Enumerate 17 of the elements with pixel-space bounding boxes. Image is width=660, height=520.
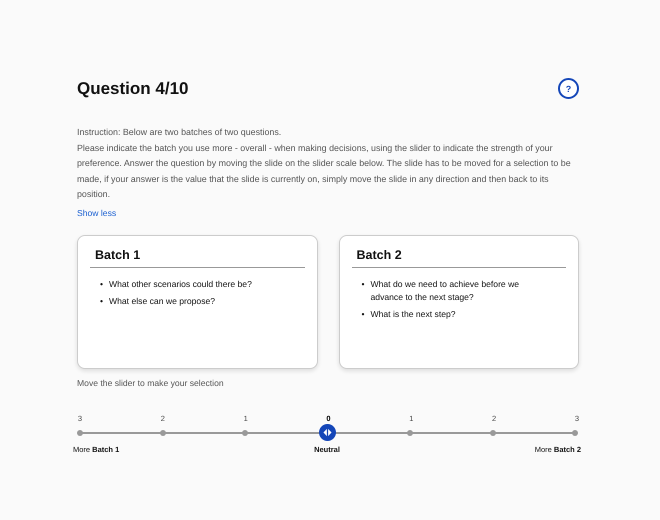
bullet-mark: • bbox=[100, 294, 104, 308]
show-less-link[interactable]: Show less bbox=[77, 206, 116, 220]
instruction-text: Please indicate the batch you use more - overall - when making decisions, using the slider to indicate the strength of your preference. Answer the question by moving the slide on the slider scale below. The slide has to be moved for a selection to be made, if your answer is the value that the slide is currently on, simply move the slide in any direction and then back to its position. bbox=[77, 142, 572, 201]
instruction-text: Instruction: Below are two batches of two questions. bbox=[77, 126, 282, 139]
question-item: What else can we propose? bbox=[109, 294, 216, 308]
bullet-mark: • bbox=[362, 308, 365, 320]
question-item: What other scenarios could there be? bbox=[109, 278, 252, 290]
bullet-mark: • bbox=[362, 278, 365, 290]
batch-title: Batch 2 bbox=[352, 248, 566, 268]
help-button[interactable]: ? bbox=[558, 78, 579, 99]
batch-title: Batch 1 bbox=[90, 248, 304, 268]
question-item: What do we need to achieve before we advance to the next stage? bbox=[370, 278, 520, 304]
question-item: What is the next step? bbox=[370, 308, 456, 320]
slider-hint: Move the slider to make your selection bbox=[77, 378, 225, 388]
slider-thumb[interactable] bbox=[319, 424, 336, 440]
question-title: Question 4/10 bbox=[77, 78, 188, 98]
bullet-mark: • bbox=[100, 278, 104, 290]
